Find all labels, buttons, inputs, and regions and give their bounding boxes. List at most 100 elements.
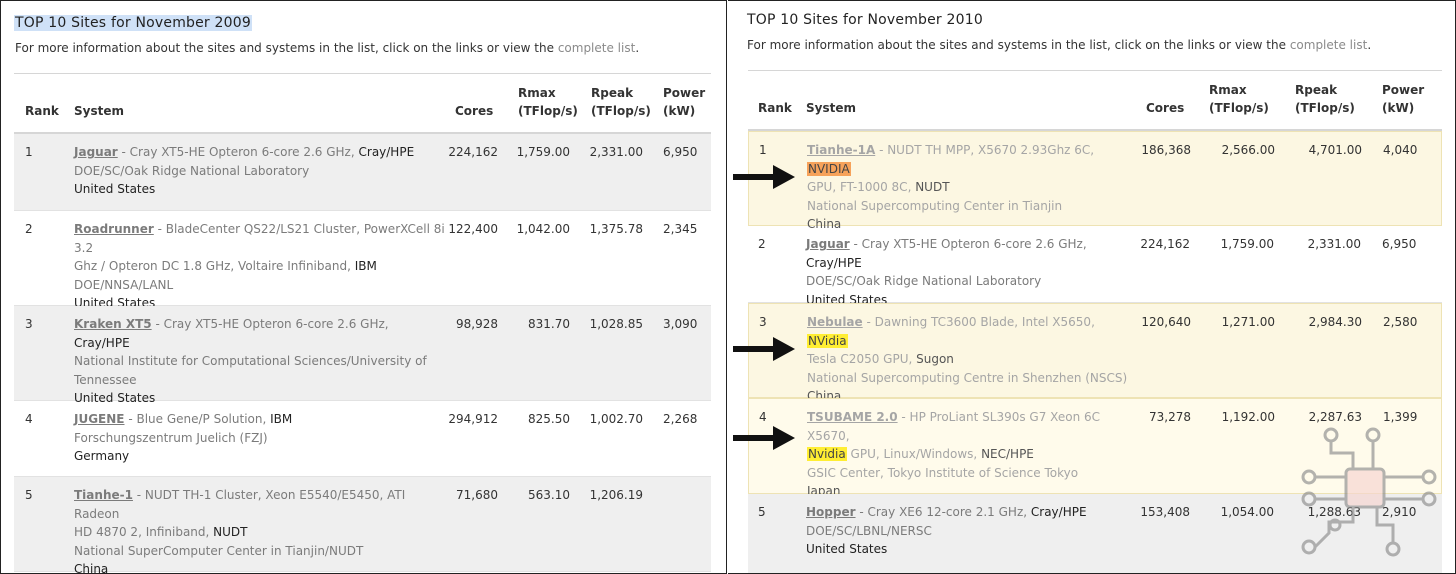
rmax-cell: 1,271.00 <box>1221 315 1275 329</box>
power-cell: 2,345 <box>663 222 698 236</box>
system-cell: Jaguar - Cray XT5-HE Opteron 6-core 2.6 … <box>74 145 415 196</box>
table-row: 2 Jaguar - Cray XT5-HE Opteron 6-core 2.… <box>748 226 1442 307</box>
rank-cell: 2 <box>758 237 766 251</box>
power-cell: 1,399 <box>1383 410 1418 424</box>
rank-cell: 4 <box>25 412 33 426</box>
system-link[interactable]: Hopper <box>806 505 856 519</box>
rpeak-cell: 1,002.70 <box>589 412 643 426</box>
table-row: 3 Kraken XT5 - Cray XT5-HE Opteron 6-cor… <box>14 306 711 405</box>
rank-cell: 5 <box>758 505 766 519</box>
page-title: TOP 10 Sites for November 2010 <box>747 12 983 28</box>
rmax-cell: 825.50 <box>528 412 570 426</box>
rpeak-cell: 2,331.00 <box>589 145 643 159</box>
rmax-cell: 1,759.00 <box>516 145 570 159</box>
page-title: TOP 10 Sites for November 2009 <box>14 15 252 31</box>
top10-2010-panel: TOP 10 Sites for November 2010 For more … <box>728 0 1456 574</box>
power-cell: 4,040 <box>1383 143 1418 157</box>
complete-list-link[interactable]: complete list <box>558 41 636 55</box>
rmax-cell: 2,566.00 <box>1221 143 1275 157</box>
cores-cell: 153,408 <box>1140 505 1190 519</box>
top10-table: Rank System Cores Rmax (TFlop/s) Rpeak (TF… <box>14 73 711 574</box>
table-row: 5 Tianhe-1 - NUDT TH-1 Cluster, Xeon E55… <box>14 477 711 574</box>
arrow-right-icon <box>733 337 795 361</box>
intro-text: For more information about the sites and… <box>15 41 640 55</box>
rpeak-cell: 1,206.19 <box>589 488 643 502</box>
cores-cell: 294,912 <box>448 412 498 426</box>
arrow-right-icon <box>733 165 795 189</box>
table-row-highlighted: 1 Tianhe-1A - NUDT TH MPP, X5670 2.93Ghz… <box>748 131 1442 231</box>
system-link[interactable]: Jaguar <box>806 237 850 251</box>
system-cell: Nebulae - Dawning TC3600 Blade, Intel X5… <box>807 315 1128 403</box>
rank-cell: 3 <box>25 317 33 331</box>
system-cell: Hopper - Cray XE6 12-core 2.1 GHz, Cray/… <box>806 505 1087 556</box>
table-row-highlighted: 3 Nebulae - Dawning TC3600 Blade, Intel … <box>748 303 1442 403</box>
system-link[interactable]: Roadrunner <box>74 222 154 236</box>
system-link[interactable]: Jaguar <box>74 145 118 159</box>
system-cell: Tianhe-1A - NUDT TH MPP, X5670 2.93Ghz 6… <box>807 143 1095 231</box>
circuit-chip-icon <box>1301 427 1437 557</box>
rmax-cell: 1,042.00 <box>516 222 570 236</box>
system-cell: Jaguar - Cray XT5-HE Opteron 6-core 2.6 … <box>806 237 1087 307</box>
rpeak-cell: 2,984.30 <box>1308 315 1362 329</box>
cores-cell: 120,640 <box>1141 315 1191 329</box>
rmax-cell: 1,759.00 <box>1220 237 1274 251</box>
rpeak-cell: 2,331.00 <box>1307 237 1361 251</box>
gpu-highlight: NVidia <box>807 333 848 348</box>
column-header-rank: Rank <box>25 104 59 118</box>
system-cell: Roadrunner - BladeCenter QS22/LS21 Clust… <box>74 222 445 310</box>
rank-cell: 3 <box>759 315 767 329</box>
column-header-power: Power (kW) <box>663 86 706 118</box>
cores-cell: 98,928 <box>456 317 498 331</box>
power-cell: 6,950 <box>663 145 698 159</box>
system-link[interactable]: Tianhe-1 <box>74 488 133 502</box>
system-link[interactable]: Tianhe-1A <box>807 143 875 157</box>
table-row: 2 Roadrunner - BladeCenter QS22/LS21 Clu… <box>14 211 711 310</box>
system-cell: Kraken XT5 - Cray XT5-HE Opteron 6-core … <box>74 317 427 405</box>
cores-cell: 224,162 <box>1140 237 1190 251</box>
table-header: Rank System Cores Rmax (TFlop/s) Rpeak (TF… <box>748 71 1442 131</box>
column-header-rmax: Rmax (TFlop/s) <box>1209 83 1269 115</box>
power-cell: 6,950 <box>1382 237 1417 251</box>
cores-cell: 73,278 <box>1149 410 1191 424</box>
column-header-cores: Cores <box>455 104 494 118</box>
cores-cell: 224,162 <box>448 145 498 159</box>
rank-cell: 1 <box>759 143 767 157</box>
power-cell: 3,090 <box>663 317 698 331</box>
rpeak-cell: 4,701.00 <box>1308 143 1362 157</box>
gpu-highlight: Nvidia <box>807 447 847 461</box>
arrow-right-icon <box>733 426 795 450</box>
rank-cell: 2 <box>25 222 33 236</box>
system-cell: Tianhe-1 - NUDT TH-1 Cluster, Xeon E5540… <box>74 488 406 574</box>
rmax-cell: 563.10 <box>528 488 570 502</box>
column-header-rpeak: Rpeak (TFlop/s) <box>1295 83 1355 115</box>
gpu-highlight: NVIDIA <box>807 161 851 176</box>
cores-cell: 71,680 <box>456 488 498 502</box>
rmax-cell: 1,192.00 <box>1221 410 1275 424</box>
column-header-cores: Cores <box>1146 101 1185 115</box>
rpeak-cell: 1,028.85 <box>589 317 643 331</box>
column-header-power: Power (kW) <box>1382 83 1425 115</box>
cores-cell: 122,400 <box>448 222 498 236</box>
system-cell: TSUBAME 2.0 - HP ProLiant SL390s G7 Xeon… <box>807 410 1101 498</box>
complete-list-link[interactable]: complete list <box>1290 38 1368 52</box>
system-link[interactable]: TSUBAME 2.0 <box>807 410 898 424</box>
power-cell: 2,580 <box>1383 315 1418 329</box>
column-header-rank: Rank <box>758 101 792 115</box>
column-header-system: System <box>74 104 124 118</box>
rank-cell: 4 <box>759 410 767 424</box>
cores-cell: 186,368 <box>1141 143 1191 157</box>
column-header-system: System <box>806 101 856 115</box>
system-link[interactable]: Kraken XT5 <box>74 317 152 331</box>
intro-text: For more information about the sites and… <box>747 38 1372 52</box>
column-header-rpeak: Rpeak (TFlop/s) <box>591 86 651 118</box>
rpeak-cell: 2,287.63 <box>1308 410 1362 424</box>
top10-2009-panel: TOP 10 Sites for November 2009 For more … <box>0 0 727 574</box>
rank-cell: 1 <box>25 145 33 159</box>
table-row: 1 Jaguar - Cray XT5-HE Opteron 6-core 2.… <box>14 134 711 211</box>
rmax-cell: 1,054.00 <box>1220 505 1274 519</box>
table-row: 4 JUGENE - Blue Gene/P Solution, IBM For… <box>14 401 711 477</box>
system-link[interactable]: JUGENE <box>74 412 125 426</box>
power-cell: 2,268 <box>663 412 698 426</box>
system-link[interactable]: Nebulae <box>807 315 863 329</box>
rpeak-cell: 1,375.78 <box>589 222 643 236</box>
